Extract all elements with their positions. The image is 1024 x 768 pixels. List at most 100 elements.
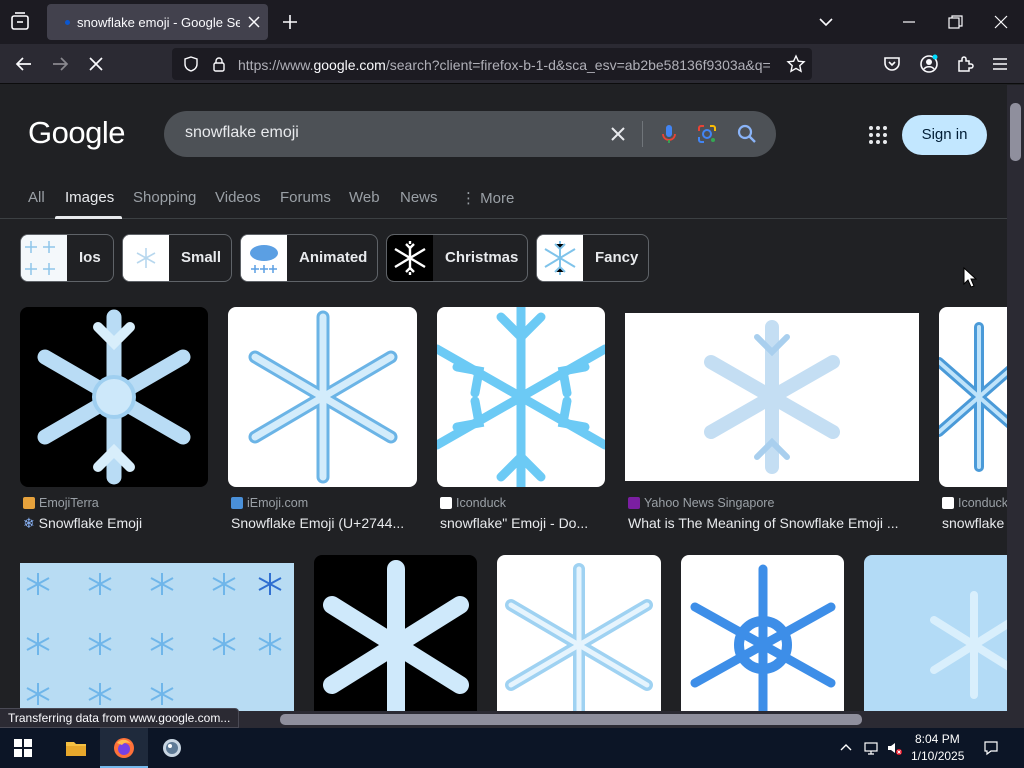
vertical-scroll-thumb[interactable] bbox=[1010, 103, 1021, 161]
result-thumbnail[interactable] bbox=[437, 307, 605, 487]
search-input[interactable]: snowflake emoji bbox=[164, 111, 776, 157]
maximize-icon[interactable] bbox=[945, 12, 965, 32]
search-icon[interactable] bbox=[736, 123, 758, 145]
tab-shopping[interactable]: Shopping bbox=[133, 189, 196, 206]
result-thumbnail[interactable] bbox=[864, 555, 1007, 711]
result-title[interactable]: ❄ Snowflake Emoji bbox=[23, 515, 211, 532]
sign-in-button[interactable]: Sign in bbox=[902, 115, 987, 155]
chip-label: Christmas bbox=[445, 249, 519, 266]
tab-loading-icon bbox=[65, 20, 70, 25]
active-tab-indicator bbox=[55, 216, 122, 219]
plus-icon[interactable] bbox=[280, 12, 300, 32]
folder-icon bbox=[66, 742, 86, 756]
clock-date[interactable]: 1/10/2025 bbox=[911, 749, 964, 763]
snowflake-icon: ❄ bbox=[23, 515, 39, 531]
result-thumbnail[interactable] bbox=[20, 307, 208, 487]
result-thumbnail[interactable] bbox=[681, 555, 844, 711]
browser-tab[interactable]: snowflake emoji - Google Search bbox=[47, 4, 268, 40]
result-source[interactable]: EmojiTerra bbox=[23, 496, 99, 510]
result-title[interactable]: Snowflake Emoji (U+2744... bbox=[231, 515, 420, 531]
chip-label: Small bbox=[181, 249, 222, 266]
chip-small[interactable]: Small bbox=[122, 234, 232, 282]
forward-icon[interactable] bbox=[50, 54, 70, 74]
notification-icon[interactable] bbox=[983, 740, 999, 756]
result-thumbnail[interactable] bbox=[20, 563, 294, 711]
result-title[interactable]: snowflake bbox=[942, 515, 1007, 531]
tab-web[interactable]: Web bbox=[349, 189, 380, 206]
vertical-scrollbar[interactable] bbox=[1007, 85, 1024, 711]
tab-title: snowflake emoji - Google Search bbox=[77, 15, 240, 30]
apps-icon[interactable] bbox=[867, 124, 889, 146]
tab-images[interactable]: Images bbox=[65, 189, 114, 206]
extensions-icon[interactable] bbox=[955, 54, 975, 74]
url-text[interactable]: https://www.google.com/search?client=fir… bbox=[238, 57, 778, 73]
result-thumbnail[interactable] bbox=[625, 307, 919, 487]
status-bar: Transferring data from www.google.com... bbox=[0, 708, 240, 728]
result-source[interactable]: Iconduck bbox=[942, 496, 1007, 510]
url-bar[interactable]: https://www.google.com/search?client=fir… bbox=[172, 48, 812, 80]
minimize-icon[interactable] bbox=[899, 12, 919, 32]
volume-muted-icon[interactable] bbox=[886, 740, 902, 756]
favicon bbox=[23, 497, 35, 509]
result-title[interactable]: snowflake" Emoji - Do... bbox=[440, 515, 608, 531]
mic-icon[interactable] bbox=[658, 123, 680, 145]
pocket-icon[interactable] bbox=[882, 54, 902, 74]
tab-forums[interactable]: Forums bbox=[280, 189, 331, 206]
chip-thumbnail bbox=[123, 235, 169, 281]
result-source[interactable]: Iconduck bbox=[440, 496, 506, 510]
window-close-icon[interactable] bbox=[991, 12, 1011, 32]
chip-fancy[interactable]: Fancy bbox=[536, 234, 649, 282]
browser-nav-bar: https://www.google.com/search?client=fir… bbox=[0, 44, 1024, 84]
horizontal-scroll-thumb[interactable] bbox=[280, 714, 862, 725]
result-title[interactable]: What is The Meaning of Snowflake Emoji .… bbox=[628, 515, 918, 531]
tab-news[interactable]: News bbox=[400, 189, 438, 206]
google-results-page: Google snowflake emoji Sign in All Image… bbox=[0, 85, 1007, 711]
mouse-cursor-icon bbox=[963, 267, 977, 288]
tab-list-icon[interactable] bbox=[8, 10, 32, 34]
back-icon[interactable] bbox=[14, 54, 34, 74]
search-tabs: All Images Shopping Videos Forums Web Ne… bbox=[0, 183, 1007, 219]
taskbar-firefox[interactable] bbox=[100, 728, 148, 768]
browser-tab-bar: snowflake emoji - Google Search bbox=[0, 0, 1024, 44]
windows-taskbar: 8:04 PM 1/10/2025 bbox=[0, 728, 1024, 768]
search-query[interactable]: snowflake emoji bbox=[185, 124, 299, 142]
taskbar-app[interactable] bbox=[148, 728, 196, 768]
tab-more-label: More bbox=[480, 190, 515, 207]
shield-icon[interactable] bbox=[182, 55, 200, 73]
lens-icon[interactable] bbox=[696, 123, 718, 145]
chip-thumbnail bbox=[21, 235, 67, 281]
tab-more[interactable]: ⋮ More bbox=[461, 189, 514, 207]
result-thumbnail[interactable] bbox=[314, 555, 477, 711]
search-divider bbox=[642, 121, 643, 147]
result-thumbnail[interactable] bbox=[939, 307, 1007, 487]
google-logo[interactable]: Google bbox=[28, 115, 125, 151]
star-icon[interactable] bbox=[786, 54, 806, 74]
result-thumbnail[interactable] bbox=[228, 307, 417, 487]
result-source[interactable]: iEmoji.com bbox=[231, 496, 308, 510]
lock-icon[interactable] bbox=[210, 55, 228, 73]
chevron-up-icon[interactable] bbox=[838, 740, 854, 756]
chip-thumbnail bbox=[537, 235, 583, 281]
taskbar-file-explorer[interactable] bbox=[52, 728, 100, 768]
clock-time[interactable]: 8:04 PM bbox=[915, 732, 960, 746]
favicon bbox=[942, 497, 954, 509]
menu-icon[interactable] bbox=[990, 54, 1010, 74]
chip-ios[interactable]: Ios bbox=[20, 234, 114, 282]
chevron-down-icon[interactable] bbox=[816, 12, 836, 32]
globe-icon bbox=[163, 739, 181, 757]
chip-animated[interactable]: Animated bbox=[240, 234, 378, 282]
result-thumbnail[interactable] bbox=[497, 555, 661, 711]
chip-label: Fancy bbox=[595, 249, 639, 266]
stop-icon[interactable] bbox=[86, 54, 106, 74]
close-icon[interactable] bbox=[245, 13, 263, 31]
result-source[interactable]: Yahoo News Singapore bbox=[628, 496, 774, 510]
network-icon[interactable] bbox=[863, 740, 879, 756]
tab-all[interactable]: All bbox=[28, 189, 45, 206]
tab-videos[interactable]: Videos bbox=[215, 189, 261, 206]
account-icon[interactable] bbox=[919, 54, 939, 74]
close-icon[interactable] bbox=[608, 124, 628, 144]
chip-christmas[interactable]: Christmas bbox=[386, 234, 528, 282]
favicon bbox=[231, 497, 243, 509]
windows-icon[interactable] bbox=[14, 739, 32, 757]
more-dots-icon: ⋮ bbox=[461, 190, 481, 207]
